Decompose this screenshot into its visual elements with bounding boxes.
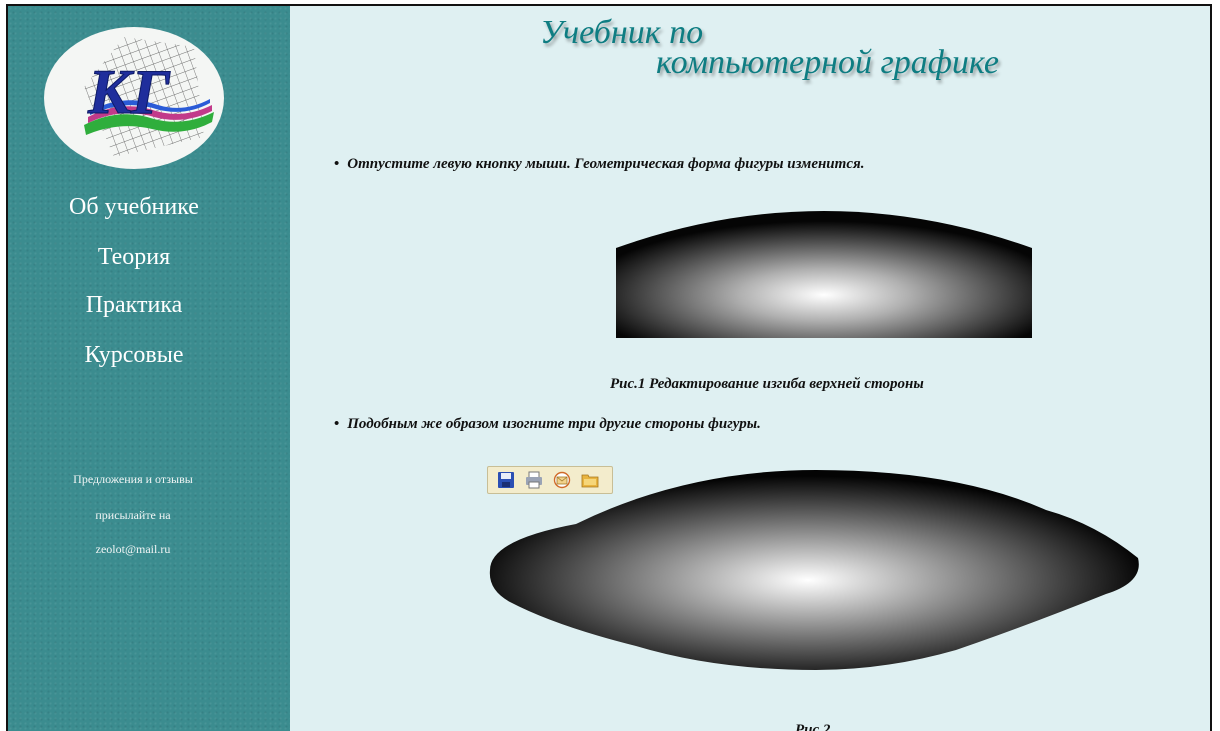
page-title: Учебник по компьютерной графике — [540, 14, 1060, 84]
nav-item-practice[interactable]: Практика — [8, 292, 260, 319]
bullet-dot: • — [334, 156, 340, 172]
email-icon — [553, 471, 571, 489]
logo-letters: КГ — [87, 56, 170, 127]
bullet-dot: • — [334, 416, 340, 432]
folder-icon — [581, 474, 599, 488]
logo-image: КГ — [84, 37, 214, 157]
nav-item-theory[interactable]: Теория — [8, 244, 260, 271]
nav-item-coursework[interactable]: Курсовые — [8, 342, 260, 369]
email-button[interactable] — [552, 470, 572, 490]
instruction-step-1-text: Отпустите левую кнопку мыши. Геометричес… — [347, 156, 865, 172]
figure-1-shape — [616, 211, 1032, 338]
page-title-line2: компьютерной графике — [656, 44, 1000, 81]
save-button[interactable] — [496, 470, 516, 490]
figure-2-caption: Рис.2 — [795, 722, 831, 731]
figure-1-caption: Рис.1 Редактирование изгиба верхней стор… — [610, 376, 924, 392]
feedback-text-1: Предложения и отзывы — [73, 472, 193, 486]
feedback-text-2: присылайте на — [95, 508, 171, 522]
instruction-step-2: • Подобным же образом изогните три другие… — [334, 416, 761, 433]
browser-frame: КГ Об учебнике Теория Практика Курсовые … — [6, 4, 1212, 731]
instruction-step-2-text: Подобным же образом изогните три другие … — [347, 416, 761, 432]
save-icon — [498, 472, 514, 488]
feedback-email-link[interactable]: zeolot@mail.ru — [8, 542, 258, 557]
open-folder-button[interactable] — [580, 470, 600, 490]
main-content: Учебник по компьютерной графике • Отпусти… — [290, 6, 1210, 731]
print-icon — [526, 471, 542, 489]
figure-2-shape — [489, 470, 1139, 670]
print-button[interactable] — [524, 470, 544, 490]
nav-item-about[interactable]: Об учебнике — [8, 194, 260, 221]
sidebar: КГ Об учебнике Теория Практика Курсовые … — [8, 6, 290, 731]
image-toolbar — [487, 466, 613, 494]
logo[interactable]: КГ — [44, 27, 224, 169]
instruction-step-1: • Отпустите левую кнопку мыши. Геометриче… — [334, 156, 864, 173]
